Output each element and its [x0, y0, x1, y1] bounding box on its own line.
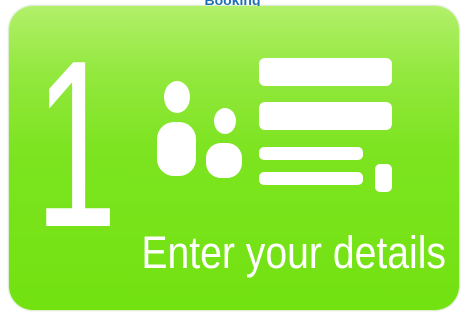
step-caption: Enter your details [141, 227, 446, 278]
step-1-tile[interactable]: 1 Enter your details [9, 6, 459, 310]
people-icon [157, 81, 242, 178]
list-icon [259, 58, 392, 192]
page: Booking 1 Enter your details [0, 0, 465, 317]
